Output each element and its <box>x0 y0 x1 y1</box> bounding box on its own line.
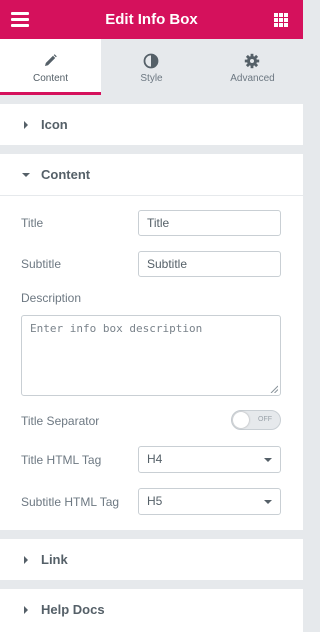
section-content-title: Content <box>41 167 91 182</box>
section-content-body: Title Title Subtitle Subtitle Descriptio… <box>0 196 303 530</box>
description-label: Description <box>21 291 82 305</box>
title-label: Title <box>21 216 44 230</box>
tab-style-label: Style <box>140 73 163 84</box>
chevron-down-icon <box>264 458 272 462</box>
section-icon-header[interactable]: Icon <box>0 104 303 146</box>
title-html-tag-label: Title HTML Tag <box>21 453 102 467</box>
section-icon-title: Icon <box>41 117 68 132</box>
section-help-docs-title: Help Docs <box>41 602 105 617</box>
subtitle-label: Subtitle <box>21 257 62 271</box>
description-placeholder: Enter info box description <box>30 322 203 335</box>
gear-icon <box>244 53 260 69</box>
tab-content-label: Content <box>32 73 69 84</box>
section-help-docs-header[interactable]: Help Docs <box>0 589 303 632</box>
caret-down-icon <box>22 173 30 177</box>
title-input[interactable]: Title <box>138 210 281 236</box>
resize-handle-icon[interactable] <box>270 385 278 393</box>
description-textarea[interactable]: Enter info box description <box>21 315 281 396</box>
title-separator-label: Title Separator <box>21 414 100 428</box>
toggle-knob <box>233 412 249 428</box>
subtitle-html-tag-select[interactable]: H5 <box>138 488 281 515</box>
title-html-tag-select[interactable]: H4 <box>138 446 281 473</box>
pencil-icon <box>45 54 57 66</box>
title-html-tag-value: H4 <box>147 452 163 466</box>
section-link-header[interactable]: Link <box>0 539 303 581</box>
tab-content[interactable]: Content <box>0 39 101 95</box>
subtitle-html-tag-value: H5 <box>147 494 163 508</box>
contrast-circle-icon <box>143 53 159 69</box>
subtitle-html-tag-label: Subtitle HTML Tag <box>21 495 120 509</box>
tab-advanced-label: Advanced <box>230 73 275 84</box>
panel-title: Edit Info Box <box>105 11 198 28</box>
chevron-down-icon <box>264 500 272 504</box>
toggle-state-text: OFF <box>258 416 272 423</box>
tab-advanced[interactable]: Advanced <box>202 39 303 95</box>
panel-tabs: Content Style Advanced <box>0 39 303 95</box>
caret-right-icon <box>24 556 28 564</box>
title-separator-toggle[interactable]: OFF <box>231 410 281 430</box>
tab-style[interactable]: Style <box>101 39 202 95</box>
section-content-header[interactable]: Content <box>0 154 303 196</box>
caret-right-icon <box>24 121 28 129</box>
subtitle-input[interactable]: Subtitle <box>138 251 281 277</box>
caret-right-icon <box>24 606 28 614</box>
panel-header: Edit Info Box <box>0 0 303 39</box>
section-link-title: Link <box>41 552 68 567</box>
apps-grid-icon[interactable] <box>274 13 288 27</box>
